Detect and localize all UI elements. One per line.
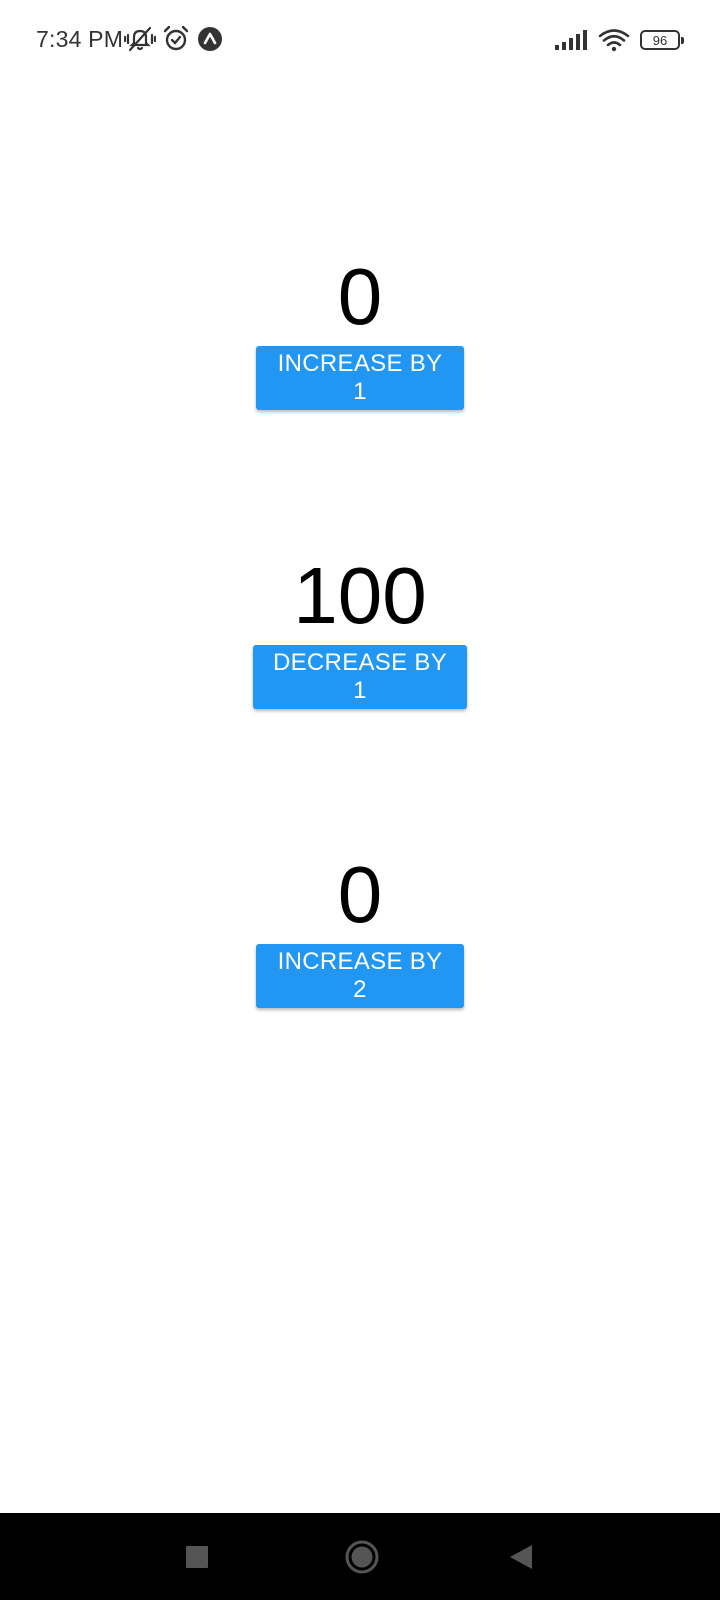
increase-by-1-button[interactable]: INCREASE BY 1 <box>256 346 464 410</box>
app-notification-icon <box>196 25 224 53</box>
counter-block-1: 0 INCREASE BY 1 <box>0 254 720 410</box>
recents-icon[interactable] <box>186 1546 208 1568</box>
status-time: 7:34 PM <box>36 26 124 52</box>
status-right-icons: 96 <box>554 26 684 54</box>
counter-value-2: 100 <box>293 551 427 640</box>
wifi-icon <box>598 28 630 52</box>
home-icon[interactable] <box>344 1539 380 1575</box>
navigation-bar <box>0 1513 720 1600</box>
screen: 7:34 PM 96 0 INCREASE BY 1 100 DECREASE … <box>0 0 720 1600</box>
vibrate-off-icon <box>124 25 156 53</box>
counter-value-1: 0 <box>337 252 383 341</box>
signal-icon <box>554 29 588 51</box>
decrease-by-1-button[interactable]: DECREASE BY 1 <box>253 645 467 709</box>
status-bar: 7:34 PM 96 <box>0 0 720 80</box>
alarm-icon <box>162 25 190 53</box>
counter-block-3: 0 INCREASE BY 2 <box>0 852 720 1008</box>
back-icon[interactable] <box>508 1543 534 1571</box>
battery-level: 96 <box>652 32 668 48</box>
battery-icon: 96 <box>640 30 684 50</box>
increase-by-2-button[interactable]: INCREASE BY 2 <box>256 944 464 1008</box>
status-left-icons <box>124 24 224 54</box>
counter-value-3: 0 <box>337 850 383 939</box>
counter-block-2: 100 DECREASE BY 1 <box>0 553 720 709</box>
